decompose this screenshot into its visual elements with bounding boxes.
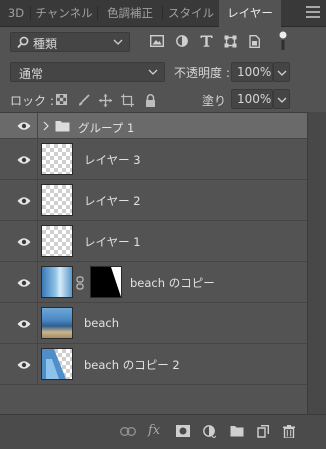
lock-all-icon[interactable]: [145, 94, 156, 107]
lock-artboard-icon[interactable]: [121, 94, 134, 107]
tab-layers[interactable]: レイヤー: [219, 0, 281, 27]
layers-bottom-toolbar: fx: [0, 414, 326, 449]
layer-thumbnail: [41, 348, 73, 380]
layer-filter-row: 種類: [0, 26, 326, 58]
layer-thumbnail: [41, 307, 73, 339]
filter-type-layer-icon[interactable]: [200, 35, 213, 47]
layer-style-fx-button[interactable]: fx: [148, 423, 160, 438]
layers-list[interactable]: グループ 1 レイヤー 3 レイヤー 2 レイヤー 1 beach のコピー b…: [0, 112, 307, 415]
panel-menu-icon[interactable]: [306, 6, 320, 18]
new-layer-icon[interactable]: [257, 425, 269, 438]
opacity-input[interactable]: 100%: [231, 62, 273, 82]
row-separator: [37, 221, 38, 261]
layer-thumbnail: [41, 225, 73, 257]
filter-pixel-layer-icon[interactable]: [150, 35, 164, 47]
filter-kind-label: 種類: [33, 37, 58, 51]
add-mask-icon[interactable]: [176, 425, 190, 437]
layer-thumbnail: [41, 143, 73, 175]
blend-opacity-row: 通常 不透明度 : 100%: [0, 58, 326, 86]
eye-icon[interactable]: [17, 196, 31, 206]
eye-icon[interactable]: [17, 360, 31, 370]
layer-name: グループ 1: [78, 121, 135, 135]
layer-name: beach のコピー 2: [84, 358, 180, 372]
eye-icon[interactable]: [17, 155, 31, 165]
layer-name: レイヤー 3: [84, 153, 141, 167]
layers-scrollbar[interactable]: [307, 112, 326, 414]
mask-shape: [91, 267, 121, 297]
opacity-label: 不透明度 :: [174, 66, 230, 80]
layer-row-beach-copy[interactable]: beach のコピー: [0, 262, 307, 303]
chevron-down-icon: [277, 97, 287, 103]
layer-mask-thumbnail[interactable]: [90, 266, 122, 298]
fill-value: 100%: [237, 92, 272, 106]
layer-name: レイヤー 1: [84, 235, 141, 249]
row-separator: [37, 303, 38, 343]
layer-row-layer-1[interactable]: レイヤー 1: [0, 221, 307, 262]
fill-label: 塗り :: [202, 94, 234, 108]
filter-adjustment-layer-icon[interactable]: [176, 35, 188, 47]
link-icon[interactable]: [76, 276, 84, 290]
layer-thumbnail: [41, 266, 73, 298]
eye-icon[interactable]: [17, 121, 31, 131]
layer-name: beach: [84, 316, 120, 330]
filter-smart-object-icon[interactable]: [249, 35, 260, 48]
fill-input[interactable]: 100%: [231, 89, 273, 109]
panel-tab-bar: 3D チャンネル 色調補正 スタイル レイヤー: [0, 0, 326, 27]
layer-name: beach のコピー: [130, 276, 215, 290]
lock-position-icon[interactable]: [99, 94, 112, 107]
opacity-dropdown-button[interactable]: [273, 62, 290, 82]
eye-icon[interactable]: [17, 237, 31, 247]
layer-row-group-1[interactable]: グループ 1: [0, 113, 307, 139]
row-separator: [37, 262, 38, 302]
layer-row-layer-2[interactable]: レイヤー 2: [0, 180, 307, 221]
row-separator: [37, 344, 38, 384]
row-separator: [37, 113, 38, 138]
tab-adjustments[interactable]: 色調補正: [98, 0, 162, 26]
filter-toggle-icon[interactable]: [278, 31, 288, 51]
lock-fill-row: ロック : 塗り : 100%: [0, 86, 326, 112]
row-separator: [37, 139, 38, 179]
blend-mode-value: 通常: [19, 67, 44, 81]
chevron-down-icon: [113, 39, 123, 45]
tab-3d[interactable]: 3D: [2, 0, 30, 26]
tab-styles[interactable]: スタイル: [163, 0, 219, 26]
filter-kind-select[interactable]: 種類: [10, 32, 130, 52]
new-adjustment-layer-icon[interactable]: [203, 425, 216, 438]
chevron-down-icon: [277, 70, 287, 76]
lock-label: ロック :: [10, 94, 54, 108]
fill-dropdown-button[interactable]: [273, 89, 290, 109]
filter-shape-layer-icon[interactable]: [224, 35, 237, 48]
chevron-down-icon: [148, 69, 158, 75]
layer-name: レイヤー 2: [84, 194, 141, 208]
blend-mode-select[interactable]: 通常: [10, 62, 165, 82]
search-icon: [17, 36, 29, 49]
lock-transparent-pixels-icon[interactable]: [56, 94, 67, 105]
eye-icon[interactable]: [17, 319, 31, 329]
partial-image: [42, 349, 66, 379]
link-layers-icon[interactable]: [120, 427, 136, 436]
opacity-value: 100%: [237, 65, 272, 79]
new-group-icon[interactable]: [230, 425, 244, 437]
row-separator: [37, 180, 38, 220]
layer-thumbnail: [41, 184, 73, 216]
chevron-right-icon[interactable]: [43, 121, 49, 131]
lock-image-pixels-icon[interactable]: [78, 94, 90, 106]
layer-row-beach[interactable]: beach: [0, 303, 307, 344]
tab-channels[interactable]: チャンネル: [31, 0, 97, 26]
layer-row-beach-copy-2[interactable]: beach のコピー 2: [0, 344, 307, 385]
trash-icon[interactable]: [283, 425, 295, 438]
folder-icon: [55, 121, 70, 132]
eye-icon[interactable]: [17, 278, 31, 288]
layer-row-layer-3[interactable]: レイヤー 3: [0, 139, 307, 180]
